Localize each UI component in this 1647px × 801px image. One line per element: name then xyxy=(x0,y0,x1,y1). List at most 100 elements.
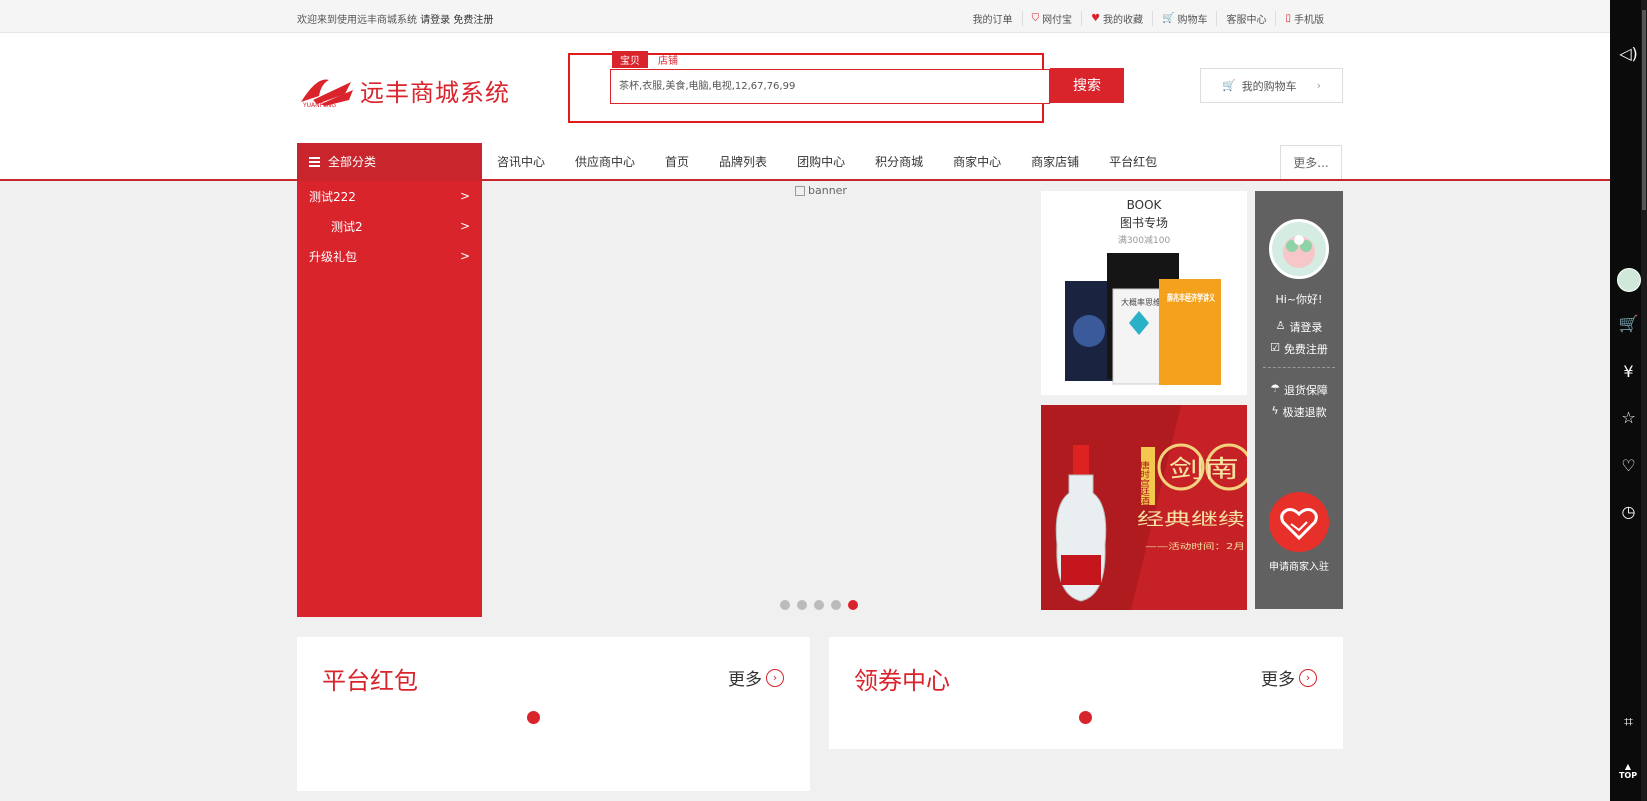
card-title: 平台红包 xyxy=(322,667,418,695)
broken-image-icon xyxy=(795,185,805,196)
my-orders-link[interactable]: 我的订单 xyxy=(964,11,1022,26)
banner-image[interactable]: banner xyxy=(795,184,847,197)
category-label: 测试2 xyxy=(331,219,363,234)
banner-alt: banner xyxy=(808,184,847,197)
handshake-icon[interactable] xyxy=(1269,492,1329,552)
nav-item-brands[interactable]: 品牌列表 xyxy=(704,153,782,170)
search-tabs: 宝贝 店铺 xyxy=(612,51,688,68)
card-more-link[interactable]: 更多 › xyxy=(728,665,784,690)
nav-item-supplier[interactable]: 供应商中心 xyxy=(560,153,650,170)
coupon-center-card: 领券中心 更多 › xyxy=(829,637,1343,749)
nav-item-merchant[interactable]: 商家中心 xyxy=(938,153,1016,170)
user-icon: ♙ xyxy=(1275,319,1286,332)
category-label: 测试222 xyxy=(309,189,356,204)
banner-dot[interactable] xyxy=(831,600,841,610)
liquor-side-text: 唐时宫廷酒 xyxy=(1138,460,1150,506)
service-link[interactable]: 客服中心 xyxy=(1216,11,1275,26)
nav-links: 咨讯中心 供应商中心 首页 品牌列表 团购中心 积分商城 商家中心 商家店铺 平… xyxy=(482,143,1172,180)
avatar[interactable] xyxy=(1269,219,1329,279)
liquor-promo[interactable]: 唐时宫廷酒 剑南 经典继续 ——活动时间：2月 xyxy=(1041,405,1247,610)
my-cart-button[interactable]: 🛒 我的购物车 › xyxy=(1200,68,1343,103)
welcome-message: 欢迎来到使用远丰商城系统 xyxy=(297,15,417,26)
welcome-text: 欢迎来到使用远丰商城系统 请登录 免费注册 xyxy=(297,11,493,26)
nav-more-button[interactable]: 更多... xyxy=(1280,145,1342,179)
card-more-label: 更多 xyxy=(1261,670,1295,690)
search-input[interactable]: 茶杯,衣服,美食,电脑,电视,12,67,76,99 xyxy=(610,69,1050,104)
liquor-slogan-text: 经典继续 xyxy=(1137,510,1245,530)
apply-merchant-link[interactable]: 申请商家入驻 xyxy=(1255,558,1343,573)
banner-dot[interactable] xyxy=(780,600,790,610)
logo-mark: YUANFENG xyxy=(299,74,354,109)
arrow-right-circle-icon: › xyxy=(766,668,784,687)
logo-name: 远丰商城系统 xyxy=(360,79,510,107)
loading-dot xyxy=(1079,711,1092,724)
chevron-right-icon: > xyxy=(459,219,470,233)
cart-icon: 🛒 xyxy=(1221,79,1236,92)
liquor-illustration: 唐时宫廷酒 剑南 经典继续 ——活动时间：2月 xyxy=(1041,405,1247,610)
register-label: 免费注册 xyxy=(1283,343,1328,356)
back-to-top-button[interactable]: ▲ TOP xyxy=(1616,762,1640,780)
book-promo-en: BOOK xyxy=(1126,198,1162,212)
cart-icon: 🛒 xyxy=(1162,13,1175,24)
chevron-right-icon: > xyxy=(459,249,470,263)
card-more-label: 更多 xyxy=(728,670,762,690)
main-nav: 全部分类 咨讯中心 供应商中心 首页 品牌列表 团购中心 积分商城 商家中心 商… xyxy=(0,143,1610,180)
all-categories-label: 全部分类 xyxy=(328,155,377,169)
top-label: TOP xyxy=(1618,771,1638,780)
cart-link[interactable]: 🛒 购物车 xyxy=(1152,11,1216,26)
shield-icon: ⛉ xyxy=(1031,13,1040,24)
favorites-link[interactable]: ♥ 我的收藏 xyxy=(1081,11,1152,26)
book-promo-sub: 满300减100 xyxy=(1117,236,1171,246)
top-links: 我的订单 ⛉ 网付宝 ♥ 我的收藏 🛒 购物车 客服中心 ▯ 手机版 xyxy=(964,11,1333,26)
nav-item-redpacket[interactable]: 平台红包 xyxy=(1094,153,1172,170)
all-categories-button[interactable]: 全部分类 xyxy=(297,143,482,180)
logo-en: YUANFENG xyxy=(303,101,337,109)
card-title: 领券中心 xyxy=(854,667,950,695)
book-promo[interactable]: BOOK 图书专场 满300减100 大概率思维 薛兆丰经济学讲义 xyxy=(1041,191,1247,395)
banner-dot[interactable] xyxy=(797,600,807,610)
category-item[interactable]: 升级礼包 > xyxy=(297,241,482,271)
chevron-right-icon: › xyxy=(1316,79,1322,92)
mobile-link[interactable]: ▯ 手机版 xyxy=(1275,11,1333,26)
divider xyxy=(1263,367,1335,368)
register-link[interactable]: 免费注册 xyxy=(453,15,493,26)
top-bar: 欢迎来到使用远丰商城系统 请登录 免费注册 我的订单 ⛉ 网付宝 ♥ 我的收藏 🛒 购… xyxy=(0,0,1610,33)
user-panel: Hi~你好! ♙ 请登录 ☑ 免费注册 ☂ 退货保障 ϟ 极速退款 申请商家入驻 xyxy=(1255,191,1343,609)
search-button[interactable]: 搜索 xyxy=(1050,68,1124,103)
login-link[interactable]: ♙ 请登录 xyxy=(1255,319,1343,335)
wangfubao-link[interactable]: ⛉ 网付宝 xyxy=(1021,11,1082,26)
refund-label: 极速退款 xyxy=(1282,406,1327,419)
nav-item-home[interactable]: 首页 xyxy=(650,153,704,170)
loading-dot xyxy=(527,711,540,724)
phone-icon: ▯ xyxy=(1285,13,1291,24)
checkbox-icon: ☑ xyxy=(1270,341,1280,354)
category-label: 升级礼包 xyxy=(309,249,358,264)
search-highlight-box: 宝贝 店铺 茶杯,衣服,美食,电脑,电视,12,67,76,99 xyxy=(568,51,1050,123)
category-item[interactable]: 测试222 > xyxy=(297,181,482,211)
red-packet-card: 平台红包 更多 › xyxy=(297,637,810,791)
nav-item-news[interactable]: 咨讯中心 xyxy=(482,153,560,170)
arrow-right-circle-icon: › xyxy=(1299,668,1317,687)
login-link[interactable]: 请登录 xyxy=(420,15,450,26)
tab-shop[interactable]: 店铺 xyxy=(648,51,688,68)
category-item[interactable]: 测试2 > xyxy=(297,211,482,241)
nav-item-shops[interactable]: 商家店铺 xyxy=(1016,153,1094,170)
cart-button-label: 我的购物车 xyxy=(1241,79,1297,93)
avatar[interactable] xyxy=(1617,268,1641,292)
banner-dot[interactable] xyxy=(814,600,824,610)
register-link[interactable]: ☑ 免费注册 xyxy=(1255,341,1343,357)
menu-icon xyxy=(309,156,320,167)
logo[interactable]: YUANFENG 远丰商城系统 xyxy=(299,73,510,109)
book-title-text: 薛兆丰经济学讲义 xyxy=(1167,292,1216,304)
nav-item-groupbuy[interactable]: 团购中心 xyxy=(782,153,860,170)
card-more-link[interactable]: 更多 › xyxy=(1261,665,1317,690)
book-promo-title: 图书专场 xyxy=(1119,216,1168,230)
heart-icon: ♥ xyxy=(1091,13,1101,24)
nav-item-points[interactable]: 积分商城 xyxy=(860,153,938,170)
lightning-icon: ϟ xyxy=(1271,404,1279,417)
tab-goods[interactable]: 宝贝 xyxy=(612,51,648,68)
chevron-right-icon: > xyxy=(459,189,470,203)
login-label: 请登录 xyxy=(1289,321,1323,334)
banner-dot-active[interactable] xyxy=(848,600,858,610)
scrollbar-thumb[interactable] xyxy=(1642,10,1646,210)
